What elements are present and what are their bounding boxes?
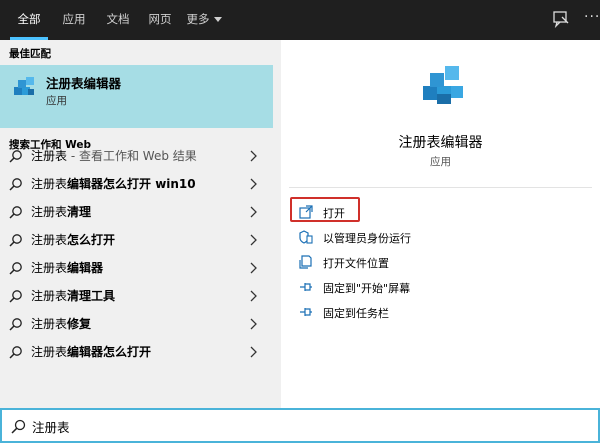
result-bold: 编辑器 [67,261,104,275]
registry-editor-icon [421,62,467,108]
list-item[interactable]: 注册表清理工具 [0,282,273,310]
result-text: 注册表怎么打开 [31,231,115,248]
search-icon [9,206,22,219]
run-as-admin-action[interactable]: 以管理员身份运行 [299,227,579,249]
action-label: 打开 [323,207,345,220]
search-icon [11,419,26,434]
action-label: 固定到"开始"屏幕 [323,282,411,295]
result-bold: 清理工具 [67,289,116,303]
result-text: 注册表编辑器怎么打开 [31,343,151,360]
result-plain: 注册表 [31,317,68,331]
result-text: 注册表修复 [31,315,91,332]
app-type: 应用 [430,156,451,168]
search-icon [9,318,22,331]
result-plain: 注册表 [31,233,68,247]
pin-to-taskbar-action[interactable]: 固定到任务栏 [299,302,579,324]
search-icon [9,262,22,275]
tab-label: 更多 [186,12,210,26]
result-bold: 清理 [67,205,92,219]
tab-all[interactable]: 全部 [10,0,48,40]
chevron-right-icon [250,234,257,246]
tab-label: 文档 [106,12,130,26]
shield-icon [299,230,313,244]
file-location-icon [299,255,312,269]
list-item[interactable]: 注册表编辑器 [0,254,273,282]
result-bold: 注册表 [31,149,68,163]
best-match-item[interactable]: 注册表编辑器 应用 [0,65,273,128]
pin-to-start-action[interactable]: 固定到"开始"屏幕 [299,277,579,299]
result-bold: 怎么打开 [67,233,116,247]
tab-more[interactable]: 更多 [184,0,224,40]
list-item[interactable]: 注册表 - 查看工作和 Web 结果 [0,142,273,170]
tab-documents[interactable]: 文档 [100,0,136,40]
result-plain: 注册表 [31,345,68,359]
result-plain: 注册表 [31,177,68,191]
result-text: 注册表清理 [31,203,91,220]
top-bar: 全部 应用 文档 网页 更多 ··· [0,0,600,40]
chevron-right-icon [250,290,257,302]
search-icon [9,234,22,247]
result-text: 注册表清理工具 [31,287,115,304]
tab-label: 全部 [17,12,41,26]
search-icon [9,290,22,303]
best-match-subtitle: 应用 [46,95,67,107]
result-suffix: - 查看工作和 Web 结果 [67,149,197,163]
chevron-down-icon [213,17,222,22]
action-label: 打开文件位置 [323,257,389,270]
details-panel: 注册表编辑器 应用 打开 以管理员身份运行 打开文件位置 固定到"开始"屏幕 固… [281,40,600,408]
tab-label: 应用 [62,12,86,26]
search-icon [9,346,22,359]
open-action[interactable]: 打开 [299,202,579,224]
list-item[interactable]: 注册表怎么打开 [0,226,273,254]
chevron-right-icon [250,346,257,358]
chevron-right-icon [250,262,257,274]
more-icon[interactable]: ··· [584,9,600,29]
result-plain: 注册表 [31,261,68,275]
result-text: 注册表编辑器怎么打开 win10 [31,175,196,192]
search-icon [9,150,22,163]
list-item[interactable]: 注册表编辑器怎么打开 [0,338,273,366]
action-label: 固定到任务栏 [323,307,389,320]
best-match-title: 注册表编辑器 [46,76,122,91]
results-panel: 最佳匹配 注册表编辑器 应用 搜索工作和 Web 注册表 - 查看工作和 Web… [0,40,281,408]
result-text: 注册表 - 查看工作和 Web 结果 [31,147,197,164]
app-name: 注册表编辑器 [398,135,483,151]
tab-label: 网页 [148,12,172,26]
action-label: 以管理员身份运行 [323,232,411,245]
result-plain: 注册表 [31,289,68,303]
search-bar [0,408,600,443]
divider [289,187,592,188]
chevron-right-icon [250,178,257,190]
result-text: 注册表编辑器 [31,259,103,276]
chevron-right-icon [250,150,257,162]
open-file-location-action[interactable]: 打开文件位置 [299,252,579,274]
list-item[interactable]: 注册表编辑器怎么打开 win10 [0,170,273,198]
search-input[interactable] [32,415,532,437]
registry-editor-icon [12,74,38,100]
best-match-header: 最佳匹配 [9,48,51,60]
feedback-icon[interactable] [553,10,569,30]
pin-icon [300,308,312,316]
tab-web[interactable]: 网页 [142,0,178,40]
chevron-right-icon [250,206,257,218]
search-icon [9,178,22,191]
result-bold: 编辑器怎么打开 win10 [67,177,196,191]
chevron-right-icon [250,318,257,330]
list-item[interactable]: 注册表清理 [0,198,273,226]
result-bold: 编辑器怎么打开 [67,345,152,359]
result-plain: 注册表 [31,205,68,219]
open-icon [299,205,313,219]
pin-icon [300,283,312,291]
tab-apps[interactable]: 应用 [56,0,92,40]
result-bold: 修复 [67,317,92,331]
list-item[interactable]: 注册表修复 [0,310,273,338]
